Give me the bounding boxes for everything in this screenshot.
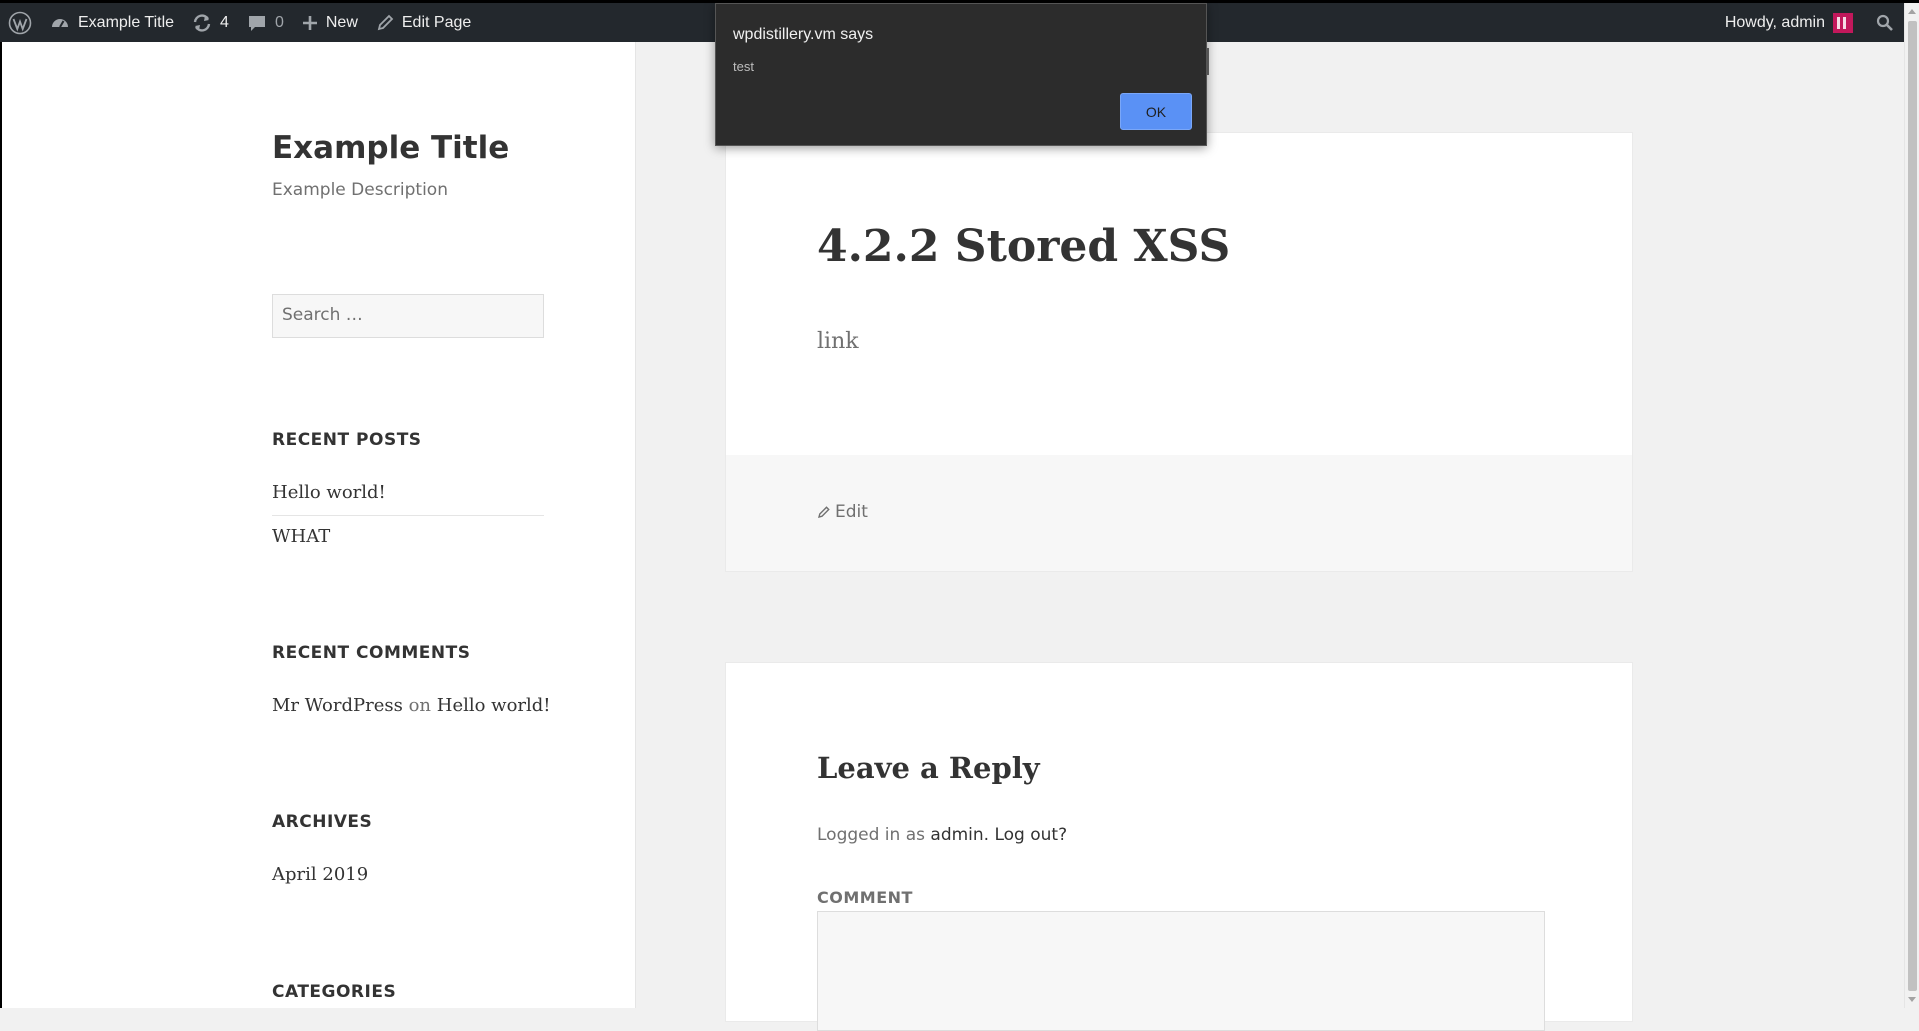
comments-menu[interactable]: 0	[238, 3, 293, 42]
site-name-menu[interactable]: Example Title	[41, 3, 183, 42]
updates-icon	[193, 13, 211, 32]
updates-menu[interactable]: 4	[183, 3, 238, 42]
post-title: 4.2.2 Stored XSS	[817, 221, 1231, 272]
reply-title: Leave a Reply	[817, 751, 1040, 785]
alert-dialog: wpdistillery.vm says test OK	[715, 3, 1207, 146]
dialog-title: wpdistillery.vm says	[733, 26, 874, 43]
edit-page-menu[interactable]: Edit Page	[367, 3, 480, 42]
dialog-message: test	[733, 59, 754, 74]
recent-post-link[interactable]: WHAT	[272, 526, 330, 547]
dialog-shadow-edge	[1207, 48, 1209, 75]
search-placeholder: Search …	[282, 305, 363, 325]
comment-on-text: on	[408, 695, 432, 716]
my-account-menu[interactable]: Howdy, admin	[1716, 3, 1862, 42]
comments-count: 0	[274, 13, 284, 31]
avatar	[1833, 12, 1853, 33]
wordpress-logo-icon	[8, 11, 32, 34]
dashboard-icon	[52, 18, 68, 28]
site-name-label: Example Title	[78, 13, 175, 31]
howdy-label: Howdy, admin	[1724, 13, 1825, 31]
recent-posts-title: RECENT POSTS	[272, 430, 422, 450]
logged-in-as: Logged in as admin. Log out?	[817, 825, 1067, 845]
recent-comments-title: RECENT COMMENTS	[272, 643, 471, 663]
scrollbar[interactable]	[1904, 3, 1919, 1008]
divider	[272, 515, 544, 516]
site-title[interactable]: Example Title	[272, 130, 509, 166]
comment-post-link[interactable]: Hello world!	[437, 695, 551, 716]
site-description: Example Description	[272, 180, 448, 200]
logout-link[interactable]: Log out?	[994, 825, 1067, 845]
comment-textarea[interactable]	[817, 911, 1545, 1031]
profile-link[interactable]: admin.	[930, 825, 989, 845]
post-card: 4.2.2 Stored XSS link Edit	[725, 132, 1633, 572]
ok-button[interactable]: OK	[1120, 93, 1192, 130]
categories-title: CATEGORIES	[272, 982, 397, 1002]
updates-count: 4	[220, 13, 229, 31]
sidebar: Example Title Example Description Search…	[2, 42, 635, 1008]
pencil-icon	[818, 506, 830, 518]
admin-bar-search[interactable]	[1862, 3, 1904, 42]
edit-post-link[interactable]: Edit	[817, 502, 868, 522]
pencil-icon	[377, 14, 394, 30]
archives-title: ARCHIVES	[272, 812, 373, 832]
scrollbar-thumb[interactable]	[1908, 21, 1917, 991]
plus-icon	[302, 15, 317, 30]
comment-author-link[interactable]: Mr WordPress	[272, 695, 403, 716]
scroll-up-icon[interactable]	[1908, 9, 1916, 14]
logged-in-prefix: Logged in as	[817, 825, 925, 845]
search-icon	[1876, 14, 1893, 31]
archive-link[interactable]: April 2019	[272, 864, 368, 885]
recent-post-link[interactable]: Hello world!	[272, 482, 386, 503]
new-content-menu[interactable]: New	[293, 3, 367, 42]
wp-logo-menu[interactable]	[0, 3, 41, 42]
comment-bubble-icon	[248, 15, 265, 31]
search-input[interactable]: Search …	[272, 294, 544, 338]
post-footer: Edit	[726, 455, 1632, 571]
reply-card: Leave a Reply Logged in as admin. Log ou…	[725, 662, 1633, 1031]
edit-label: Edit	[835, 502, 868, 522]
new-label: New	[325, 13, 358, 31]
post-content: link	[817, 329, 859, 354]
scroll-down-icon[interactable]	[1908, 997, 1916, 1002]
recent-comment-entry: Mr WordPress on Hello world!	[272, 695, 551, 716]
edit-page-label: Edit Page	[401, 13, 472, 31]
comment-label: COMMENT	[817, 888, 913, 907]
